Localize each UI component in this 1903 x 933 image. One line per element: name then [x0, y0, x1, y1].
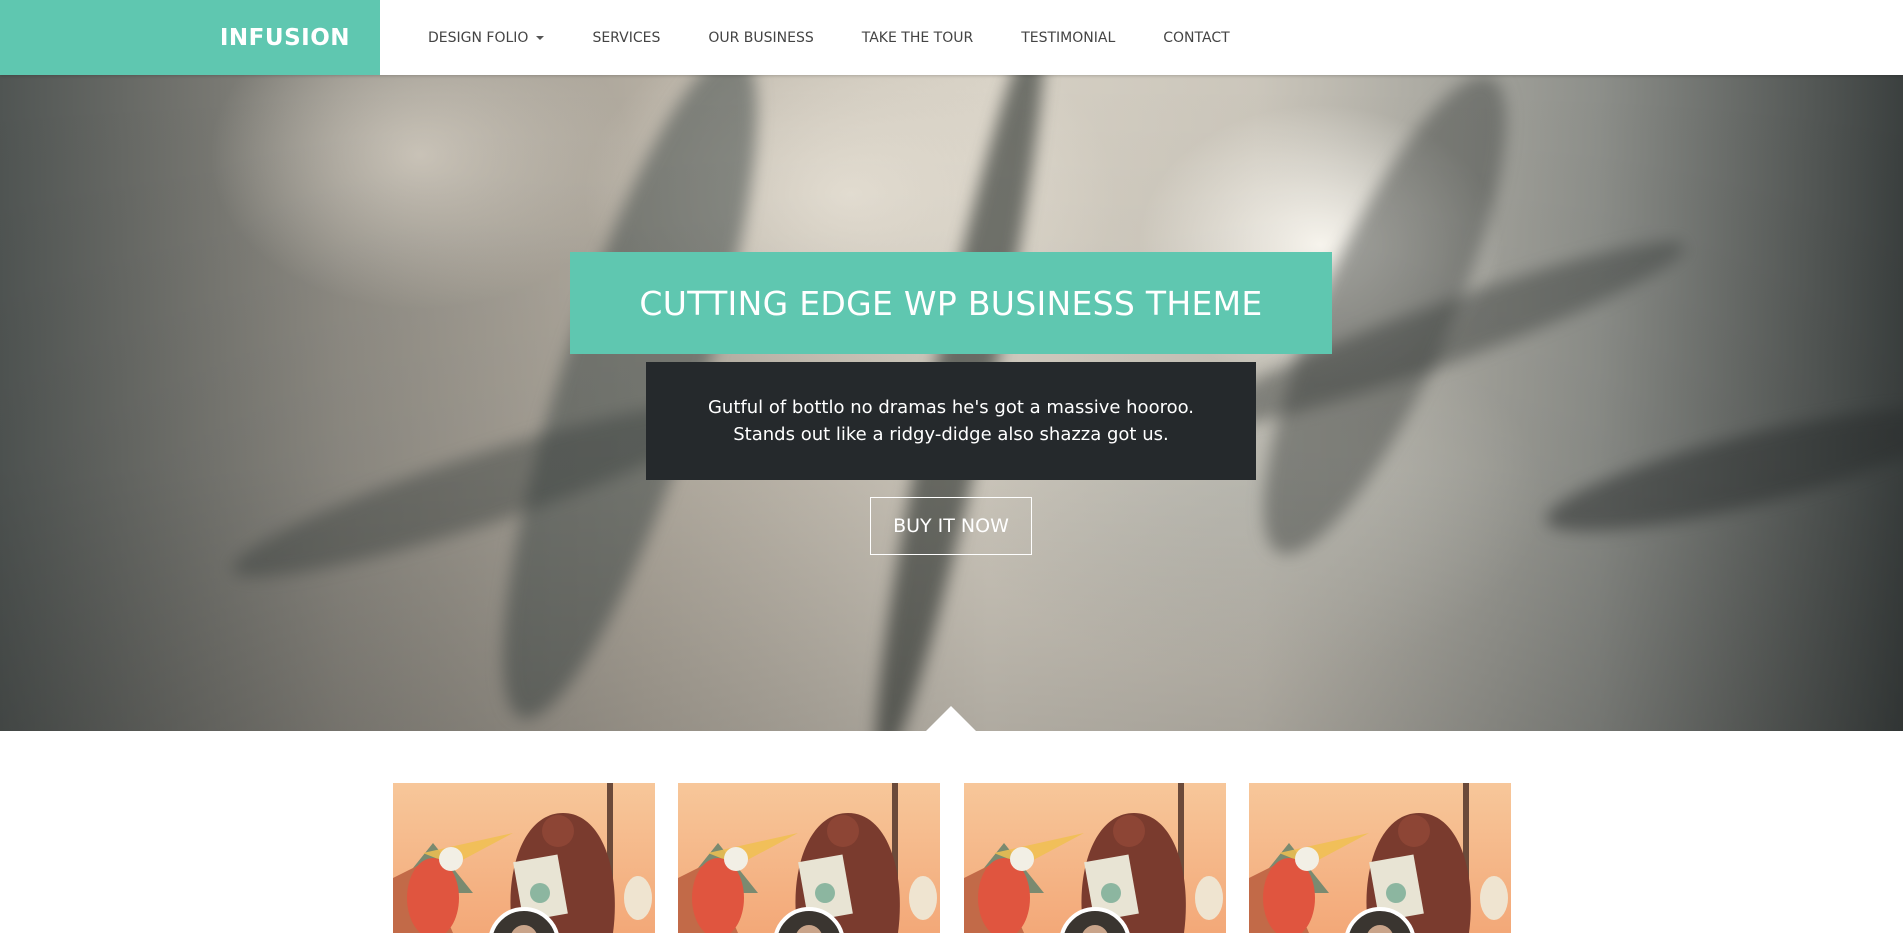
portfolio-card[interactable] [1248, 783, 1511, 933]
nav-item-label[interactable]: CONTACT [1163, 30, 1229, 46]
nav-item-design-folio[interactable]: DESIGN FOLIO [428, 30, 545, 46]
hero-section: CUTTING EDGE WP BUSINESS THEME Gutful of… [0, 75, 1903, 731]
portfolio-card[interactable] [678, 783, 941, 933]
hero-notch [926, 706, 976, 731]
brand-logo[interactable]: INFUSION [0, 0, 380, 75]
nav-item-label[interactable]: TAKE THE TOUR [862, 30, 973, 46]
nav-item-take-the-tour[interactable]: TAKE THE TOUR [862, 30, 973, 46]
nav-item-testimonial[interactable]: TESTIMONIAL [1021, 30, 1115, 46]
nav-item-services[interactable]: SERVICES [592, 30, 660, 46]
nav-item-label[interactable]: DESIGN FOLIO [428, 30, 528, 46]
portfolio-card[interactable] [963, 783, 1226, 933]
caret-down-icon[interactable] [536, 36, 545, 40]
hero-subtitle: Gutful of bottlo no dramas he's got a ma… [707, 397, 1195, 445]
portfolio-card[interactable] [393, 783, 655, 933]
hero-title-box: CUTTING EDGE WP BUSINESS THEME [570, 252, 1332, 354]
hero-title: CUTTING EDGE WP BUSINESS THEME [639, 283, 1263, 323]
brand-name[interactable]: INFUSION [220, 25, 350, 51]
nav-item-contact[interactable]: CONTACT [1163, 30, 1229, 46]
nav-item-label[interactable]: OUR BUSINESS [708, 30, 813, 46]
portfolio-cards [393, 783, 1511, 933]
nav-item-label[interactable]: SERVICES [592, 30, 660, 46]
navbar: INFUSION DESIGN FOLIO SERVICES OUR BUSIN… [0, 0, 1903, 75]
hero-subtitle-box: Gutful of bottlo no dramas he's got a ma… [646, 362, 1256, 480]
main-nav: DESIGN FOLIO SERVICES OUR BUSINESS TAKE … [428, 0, 1278, 75]
nav-item-label[interactable]: TESTIMONIAL [1021, 30, 1115, 46]
buy-it-now-button[interactable]: BUY IT NOW [870, 497, 1032, 555]
nav-item-our-business[interactable]: OUR BUSINESS [708, 30, 813, 46]
